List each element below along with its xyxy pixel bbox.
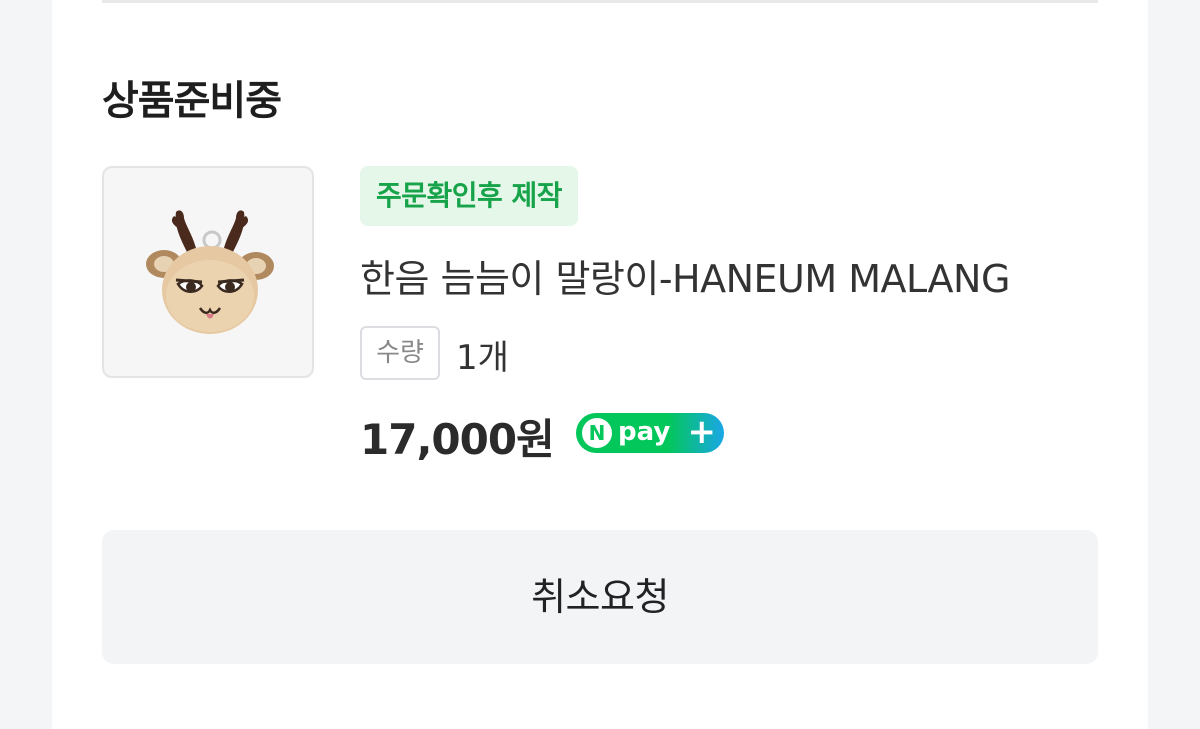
product-thumbnail[interactable] [102, 166, 314, 378]
deer-plush-keychain-image [146, 210, 274, 334]
product-name[interactable]: 한음 늠늠이 말랑이-HANEUM MALANG [360, 248, 1100, 303]
npay-label: pay [618, 417, 671, 447]
quantity-label: 수량 [360, 326, 440, 380]
order-card: 상품준비중 주문확인후 제작 한음 늠늠이 말랑이-HANEUM MALANG … [52, 0, 1148, 729]
npay-n-logo: N [582, 418, 612, 448]
naver-pay-plus-icon: N pay + [576, 413, 724, 453]
cancel-request-button[interactable]: 취소요청 [102, 530, 1098, 664]
divider [102, 0, 1098, 3]
made-to-order-badge: 주문확인후 제작 [360, 166, 579, 226]
quantity-value: 1개 [456, 338, 509, 378]
product-price: 17,000원 [360, 415, 555, 464]
npay-plus-icon: + [687, 412, 717, 452]
order-status-title: 상품준비중 [102, 78, 282, 124]
